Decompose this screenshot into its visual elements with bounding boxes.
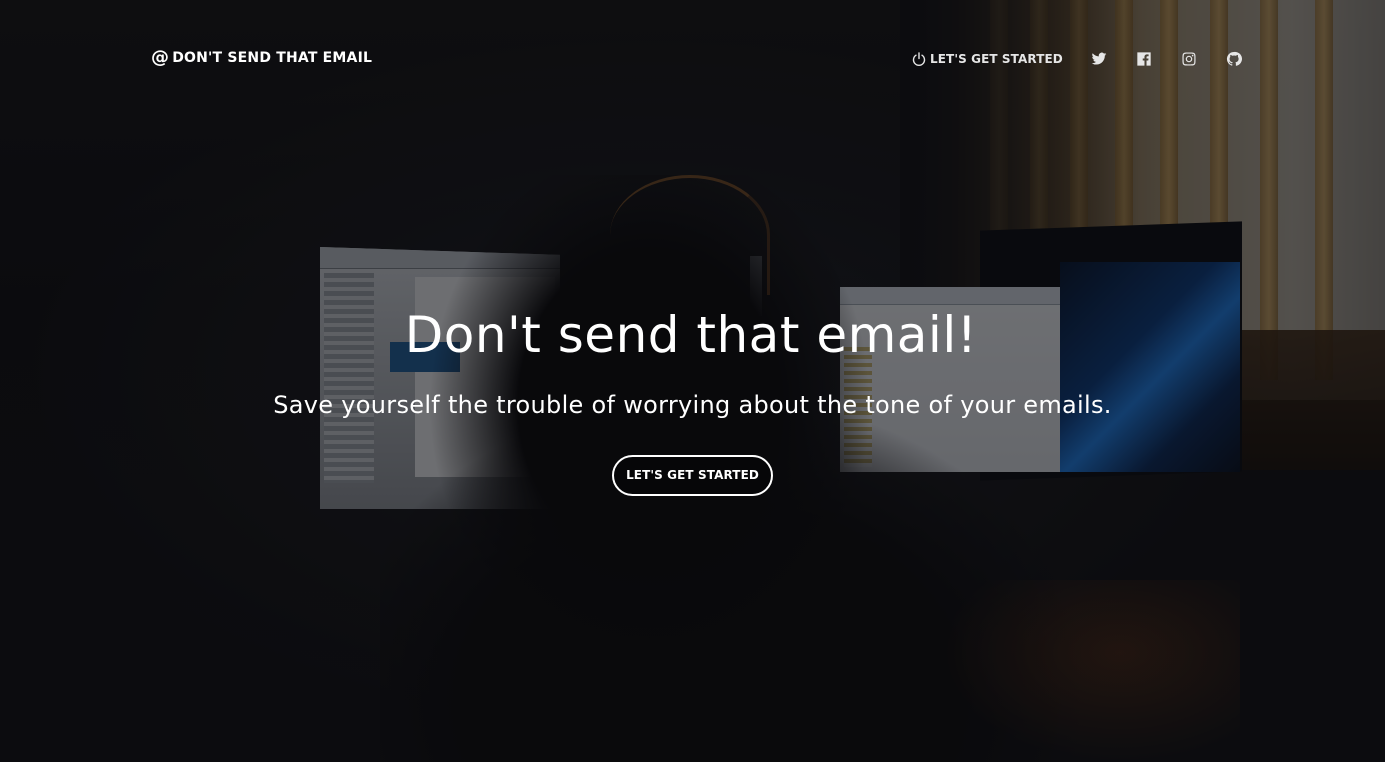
power-icon: [912, 51, 926, 66]
nav-get-started-label: LET'S GET STARTED: [930, 51, 1063, 66]
nav-right: LET'S GET STARTED: [911, 50, 1243, 67]
social-links: [1091, 50, 1243, 67]
nav-get-started-link[interactable]: LET'S GET STARTED: [911, 51, 1063, 67]
top-nav: @ DON'T SEND THAT EMAIL LET'S GET STARTE…: [0, 0, 1385, 120]
hero: Don't send that email! Save yourself the…: [0, 300, 1385, 496]
at-icon: @: [151, 47, 170, 68]
hero-subtitle: Save yourself the trouble of worrying ab…: [273, 391, 1112, 419]
github-icon[interactable]: [1226, 50, 1243, 67]
hero-title: Don't send that email!: [404, 306, 978, 364]
brand-label: DON'T SEND THAT EMAIL: [172, 50, 373, 66]
get-started-button[interactable]: LET'S GET STARTED: [612, 455, 773, 496]
facebook-icon[interactable]: [1136, 50, 1153, 67]
brand-link[interactable]: @ DON'T SEND THAT EMAIL: [151, 49, 372, 67]
instagram-icon[interactable]: [1181, 50, 1198, 67]
twitter-icon[interactable]: [1091, 50, 1108, 67]
